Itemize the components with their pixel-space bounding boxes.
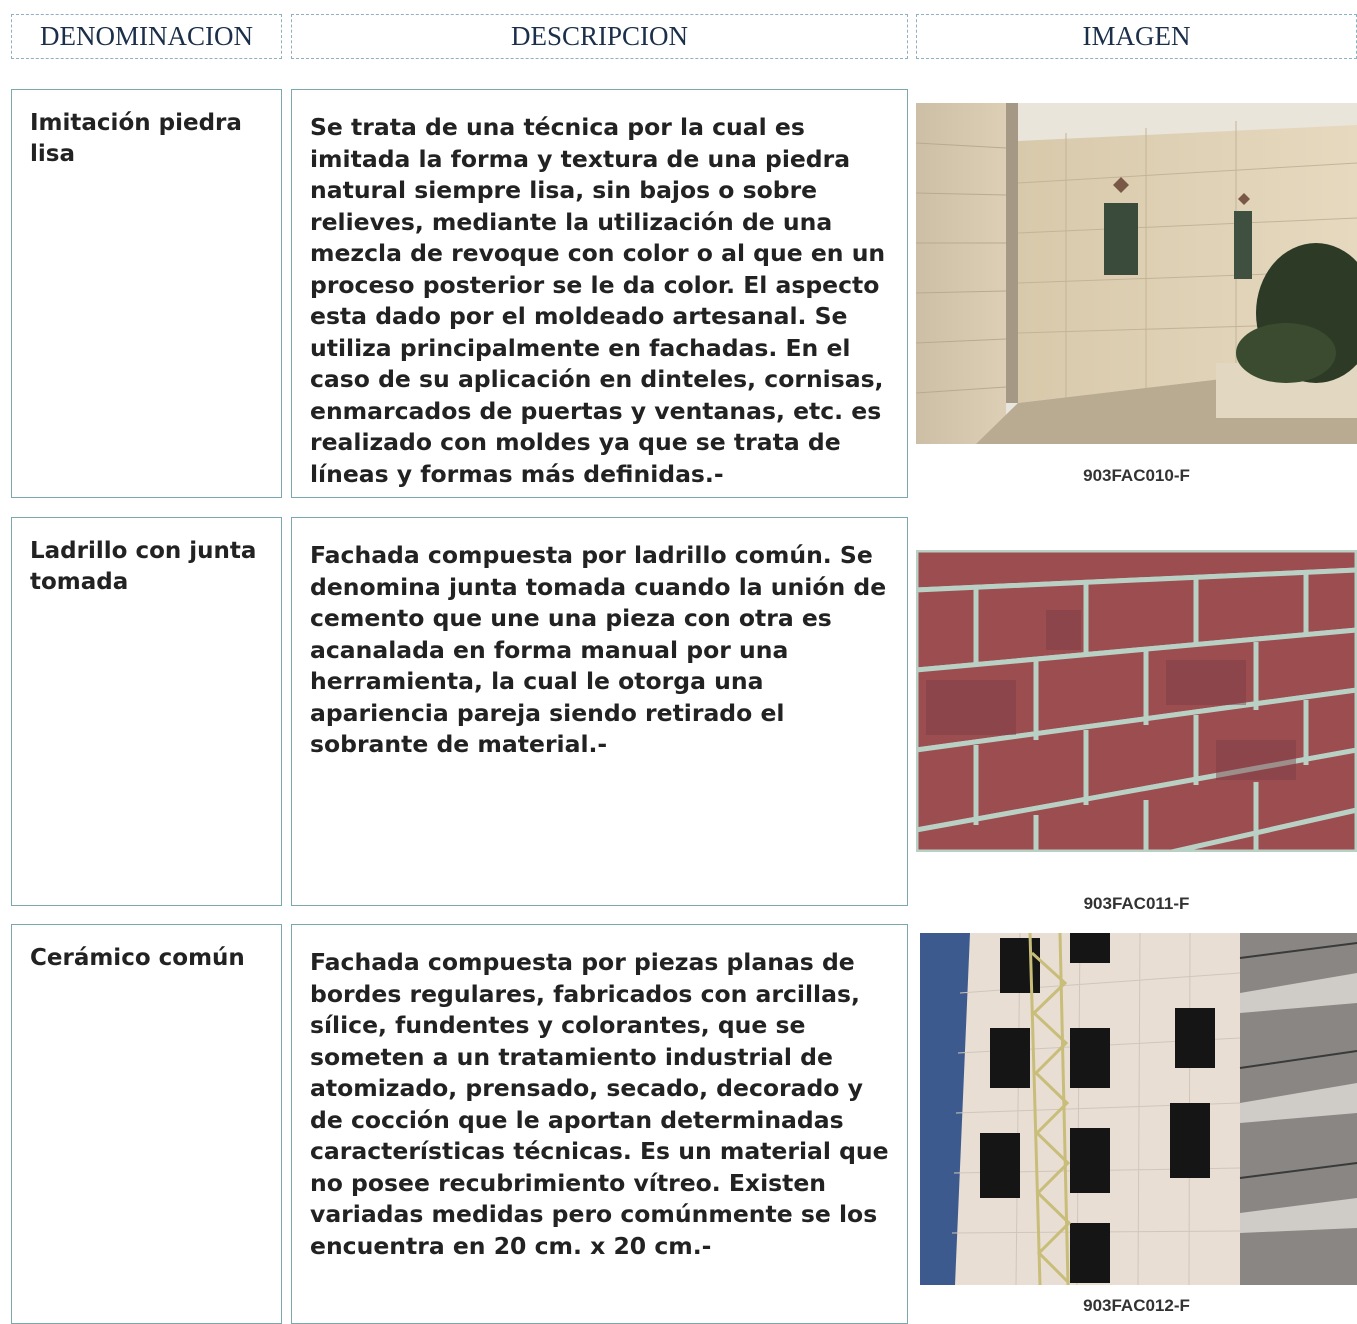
row-2-description-cell: Fachada compuesta por ladrillo común. Se… [291,517,908,906]
row-1-photo-stone-facade [916,103,1357,444]
header-imagen: IMAGEN [916,14,1357,59]
header-descripcion-label: DESCRIPCION [510,21,689,51]
row-1-code: 903FAC010-F [1083,466,1190,485]
header-descripcion: DESCRIPCION [291,14,908,59]
row-1-name-cell: Imitación piedra lisa [11,89,282,498]
row-2-description: Fachada compuesta por ladrillo común. Se… [310,541,887,758]
row-3-description-cell: Fachada compuesta por piezas planas de b… [291,924,908,1324]
row-2-name: Ladrillo con junta tomada [30,538,257,595]
row-3-photo-ceramic-facade [920,933,1357,1285]
header-denominacion: DENOMINACION [11,14,282,59]
row-1-description-cell: Se trata de una técnica por la cual es i… [291,89,908,498]
row-3-name-cell: Cerámico común [11,924,282,1324]
row-3-description: Fachada compuesta por piezas planas de b… [310,948,889,1260]
header-denominacion-label: DENOMINACION [40,21,253,51]
row-1-description: Se trata de una técnica por la cual es i… [310,113,886,488]
row-1-name: Imitación piedra lisa [30,110,242,167]
header-imagen-label: IMAGEN [1082,21,1191,51]
row-3-code: 903FAC012-F [1083,1296,1190,1315]
row-3-name: Cerámico común [30,945,245,971]
row-2-photo-brick-wall [916,550,1357,852]
row-2-name-cell: Ladrillo con junta tomada [11,517,282,906]
row-2-code: 903FAC011-F [1083,894,1190,913]
